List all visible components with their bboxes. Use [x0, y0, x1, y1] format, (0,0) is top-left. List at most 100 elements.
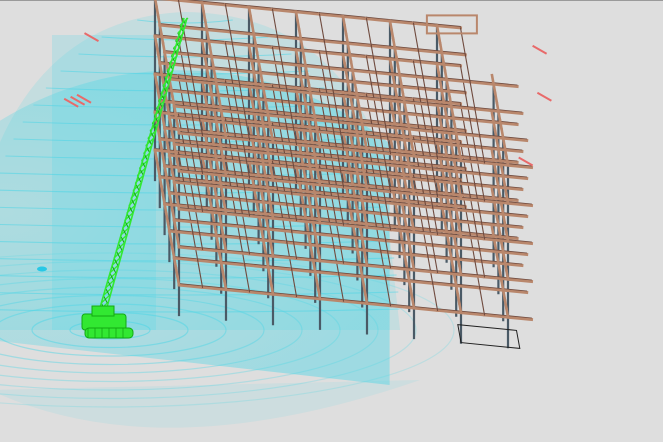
- steel-beam: [448, 134, 453, 147]
- steel-beam: [457, 302, 463, 315]
- steel-beam: [410, 297, 416, 310]
- steel-beam: [174, 189, 179, 202]
- steel-beam: [156, 14, 162, 27]
- steel-beam: [297, 66, 303, 79]
- steel-beam: [312, 109, 317, 122]
- steel-beam: [347, 50, 353, 63]
- steel-beam: [159, 70, 165, 83]
- steel-beam: [174, 227, 179, 240]
- steel-beam: [316, 174, 322, 187]
- steel-beam: [161, 193, 167, 206]
- steel-beam: [354, 200, 359, 213]
- steel-beam: [307, 82, 312, 95]
- steel-beam: [200, 1, 206, 14]
- steel-beam: [269, 207, 275, 220]
- steel-beam: [313, 156, 319, 169]
- steel-beam: [504, 268, 510, 281]
- steel-beam: [355, 209, 361, 222]
- steel-beam: [456, 293, 461, 306]
- steel-beam: [407, 241, 413, 254]
- steel-beam: [175, 236, 181, 249]
- 3d-viewport[interactable]: [0, 0, 663, 442]
- steel-beam: [401, 91, 406, 104]
- slab-edge-mark: [536, 91, 552, 102]
- steel-beam: [260, 115, 265, 128]
- steel-beam: [359, 151, 364, 164]
- steel-beam: [406, 232, 411, 245]
- steel-beam: [457, 264, 463, 277]
- steel-beam: [402, 214, 408, 227]
- steel-beam: [265, 142, 270, 155]
- steel-beam: [451, 114, 457, 127]
- steel-beam: [265, 180, 270, 193]
- steel-beam: [261, 200, 267, 213]
- steel-beam: [490, 149, 496, 162]
- steel-beam: [407, 279, 413, 292]
- steel-beam: [391, 113, 397, 126]
- steel-beam: [172, 180, 178, 193]
- steel-beam: [504, 306, 510, 319]
- steel-beam: [268, 236, 273, 249]
- steel-beam: [171, 133, 176, 146]
- model-scene[interactable]: [0, 0, 663, 442]
- steel-beam: [315, 203, 320, 216]
- steel-beam: [255, 88, 261, 101]
- steel-beam: [253, 41, 259, 54]
- steel-beam: [218, 252, 223, 265]
- steel-beam: [268, 274, 273, 287]
- steel-beam: [255, 126, 261, 139]
- steel-beam: [409, 212, 414, 225]
- steel-beam: [172, 256, 178, 269]
- steel-beam: [402, 176, 408, 189]
- steel-beam: [300, 46, 306, 59]
- steel-beam: [354, 124, 359, 137]
- steel-beam: [206, 37, 212, 50]
- steel-beam: [159, 32, 165, 45]
- steel-beam: [448, 248, 453, 261]
- steel-joist: [365, 18, 372, 47]
- steel-beam: [255, 50, 261, 63]
- steel-beam: [393, 46, 398, 59]
- steel-beam: [222, 279, 228, 292]
- steel-beam: [495, 100, 500, 113]
- steel-beam: [316, 250, 322, 263]
- steel-beam: [218, 214, 223, 227]
- steel-beam: [360, 160, 366, 173]
- steel-beam: [446, 87, 452, 100]
- steel-beam: [454, 208, 460, 221]
- steel-beam: [214, 82, 220, 95]
- steel-beam: [440, 51, 445, 64]
- steel-beam: [363, 140, 369, 153]
- steel-beam: [169, 162, 175, 175]
- steel-beam: [155, 81, 160, 94]
- steel-beam: [495, 138, 500, 151]
- steel-beam: [401, 205, 406, 218]
- steel-beam: [359, 113, 364, 126]
- steel-beam: [445, 78, 450, 91]
- steel-beam: [166, 106, 171, 119]
- steel-beam: [402, 252, 408, 265]
- steel-beam: [166, 220, 171, 233]
- steel-beam: [501, 136, 507, 149]
- opening-outline: [457, 324, 521, 349]
- marker-dot: [37, 266, 47, 272]
- steel-beam: [448, 96, 453, 109]
- steel-beam: [496, 147, 502, 160]
- steel-beam: [250, 99, 256, 112]
- steel-beam: [208, 84, 214, 97]
- steel-beam: [492, 120, 497, 133]
- steel-beam: [355, 247, 361, 260]
- steel-beam: [255, 202, 261, 215]
- steel-beam: [500, 165, 505, 178]
- steel-beam: [498, 118, 504, 131]
- steel-beam: [495, 252, 500, 265]
- steel-beam: [402, 138, 408, 151]
- steel-joist: [479, 287, 486, 316]
- point-marker-icon[interactable]: [37, 266, 47, 272]
- steel-beam: [308, 91, 314, 104]
- steel-beam: [457, 150, 463, 163]
- steel-beam: [504, 154, 510, 167]
- steel-beam: [388, 19, 394, 32]
- steel-beam: [167, 153, 173, 166]
- steel-beam: [222, 241, 228, 254]
